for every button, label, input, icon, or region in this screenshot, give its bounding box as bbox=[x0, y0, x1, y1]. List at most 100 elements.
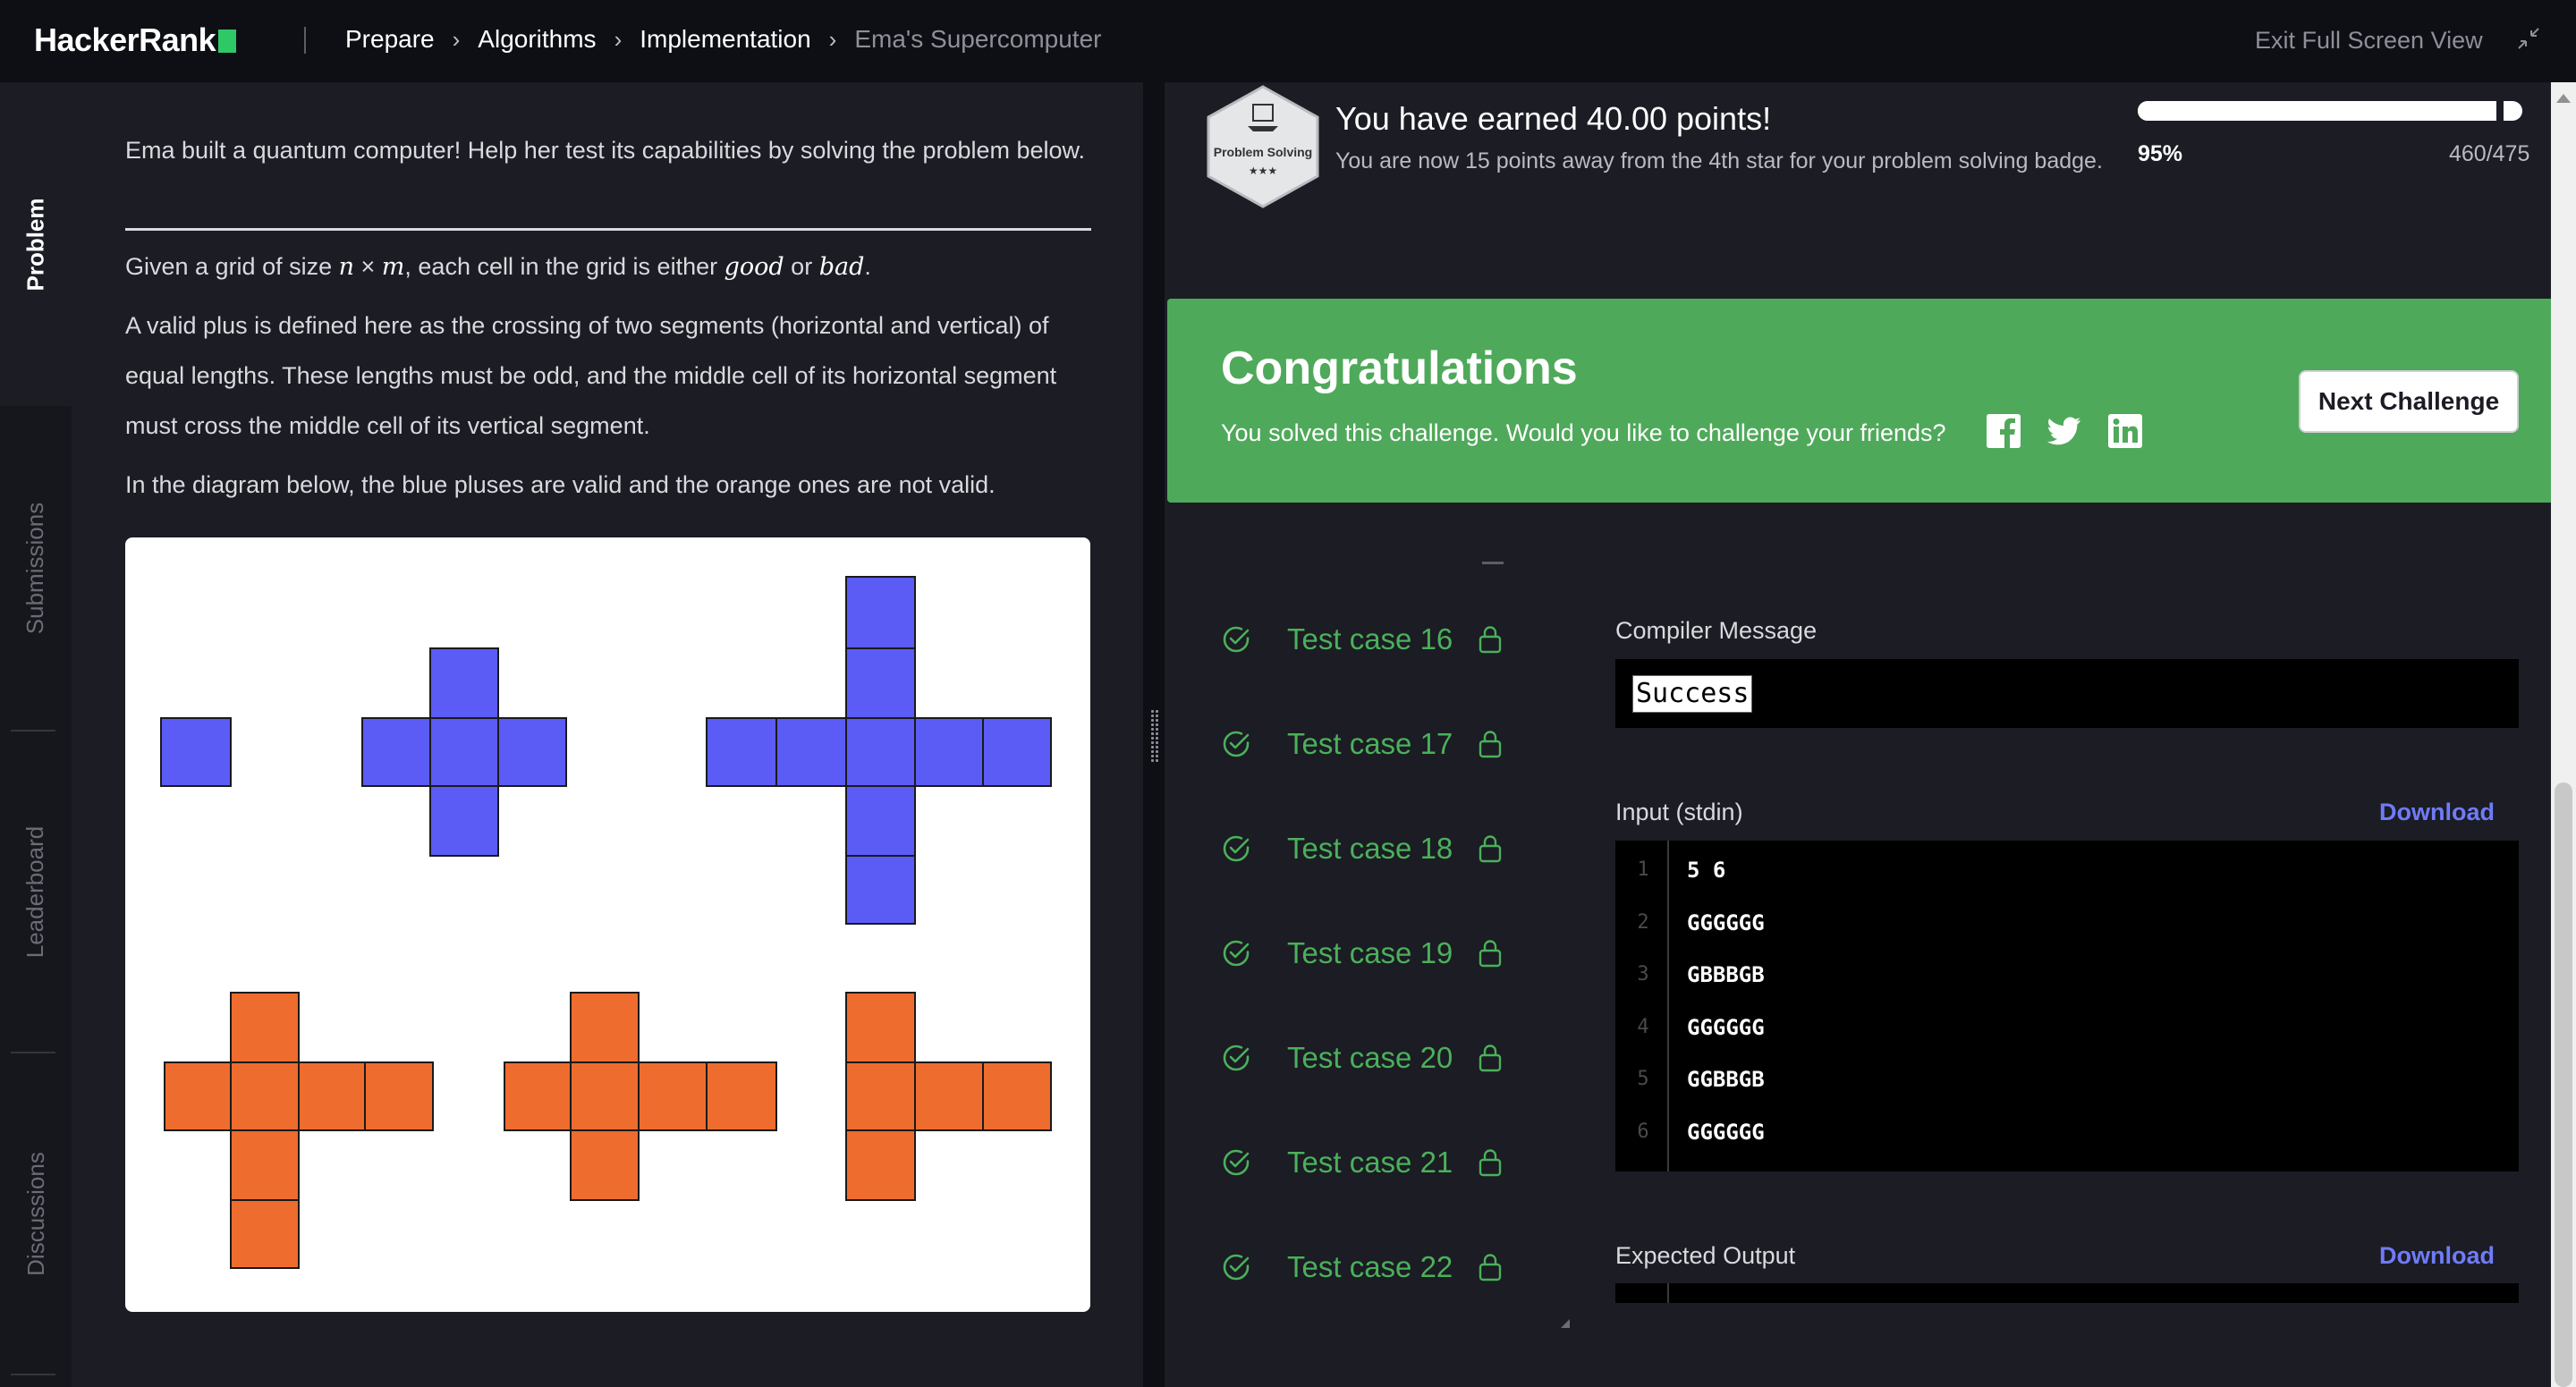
section-rule bbox=[125, 228, 1091, 231]
text: or bbox=[784, 253, 819, 280]
check-circle-icon bbox=[1223, 1149, 1250, 1176]
code-line: 4 GGGGGG bbox=[1615, 1002, 2519, 1053]
next-challenge-button[interactable]: Next Challenge bbox=[2299, 370, 2519, 433]
math-m: m bbox=[381, 253, 405, 281]
expected-output-box bbox=[1615, 1283, 2519, 1303]
check-circle-icon bbox=[1223, 1044, 1250, 1071]
breadcrumb: Prepare › Algorithms › Implementation › … bbox=[345, 25, 1101, 54]
line-number: 4 bbox=[1637, 1015, 1649, 1038]
test-case-item[interactable]: Test case 22 bbox=[1221, 1240, 1504, 1294]
badge-progress-fill bbox=[2138, 101, 2504, 121]
problem-grid-statement: Given a grid of size n × m, each cell in… bbox=[125, 241, 1091, 292]
lock-icon bbox=[1479, 626, 1502, 654]
test-case-item[interactable]: Test case 18 bbox=[1221, 822, 1504, 875]
test-case-item[interactable]: Test case 19 bbox=[1221, 926, 1504, 980]
tab-label: Submissions bbox=[21, 502, 49, 634]
line-number: 3 bbox=[1637, 963, 1649, 985]
line-text: GGGGGG bbox=[1687, 909, 1765, 935]
problem-panel: Ema built a quantum computer! Help her t… bbox=[72, 82, 1143, 1387]
lock-icon bbox=[1479, 1149, 1502, 1177]
text: . bbox=[864, 253, 871, 280]
test-case-label: Test case 20 bbox=[1287, 1041, 1453, 1074]
logo-square-icon bbox=[218, 30, 237, 53]
tab-label: Leaderboard bbox=[21, 825, 49, 958]
test-case-label: Test case 22 bbox=[1287, 1250, 1453, 1283]
breadcrumb-algorithms[interactable]: Algorithms bbox=[478, 25, 596, 54]
scroll-up-arrow-icon[interactable] bbox=[2556, 94, 2571, 103]
line-text: GGGGGG bbox=[1687, 1119, 1765, 1145]
input-download-link[interactable]: Download bbox=[2379, 799, 2495, 826]
tab-problem[interactable]: Problem bbox=[0, 82, 72, 406]
test-case-label: Test case 17 bbox=[1287, 727, 1453, 760]
facebook-icon[interactable] bbox=[1986, 413, 2021, 449]
badge-name: Problem Solving bbox=[1214, 145, 1312, 159]
scrollbar-thumb[interactable] bbox=[2555, 782, 2572, 1387]
chevron-right-icon: › bbox=[452, 25, 461, 53]
earned-subtitle: You are now 15 points away from the 4th … bbox=[1335, 148, 2103, 173]
tab-divider bbox=[11, 1374, 55, 1375]
plus-diagram-image bbox=[160, 576, 1052, 1269]
drag-handle-icon[interactable] bbox=[1150, 709, 1159, 763]
test-case-item[interactable]: Test case 21 bbox=[1221, 1136, 1504, 1189]
text: , each cell in the grid is either bbox=[404, 253, 724, 280]
tab-discussions[interactable]: Discussions bbox=[0, 1052, 72, 1375]
line-text: 5 6 bbox=[1687, 858, 1726, 883]
line-gutter bbox=[1667, 1283, 1669, 1303]
earned-title: You have earned 40.00 points! bbox=[1335, 100, 1772, 137]
header-divider bbox=[304, 27, 306, 54]
check-circle-icon bbox=[1223, 731, 1250, 757]
top-bar: HackerRank Prepare › Algorithms › Implem… bbox=[0, 0, 2576, 82]
compiler-message-text: Success bbox=[1632, 675, 1753, 713]
plus-definition: A valid plus is defined here as the cros… bbox=[125, 312, 1057, 439]
tab-label: Discussions bbox=[21, 1151, 49, 1276]
exit-fullscreen-icon[interactable] bbox=[2515, 25, 2542, 52]
code-line: 1 5 6 bbox=[1615, 844, 2519, 896]
math-n: n bbox=[338, 253, 355, 281]
text: Given a grid of size bbox=[125, 253, 339, 280]
test-case-label: Test case 21 bbox=[1287, 1146, 1453, 1179]
linkedin-icon[interactable] bbox=[2107, 413, 2143, 449]
test-case-item[interactable]: Test case 16 bbox=[1221, 613, 1504, 666]
badge-progress-bar bbox=[2138, 101, 2522, 121]
congrats-text: You solved this challenge. Would you lik… bbox=[1221, 419, 1946, 446]
breadcrumb-prepare[interactable]: Prepare bbox=[345, 25, 435, 54]
chevron-right-icon: › bbox=[828, 25, 837, 53]
check-circle-icon bbox=[1223, 940, 1250, 967]
test-case-item[interactable]: Test case 17 bbox=[1221, 717, 1504, 771]
problem-solving-badge: Problem Solving ★★★ bbox=[1207, 85, 1319, 208]
line-text: GBBBGB bbox=[1687, 962, 1765, 987]
congratulations-banner: Congratulations You solved this challeng… bbox=[1167, 299, 2572, 503]
diagram-caption: In the diagram below, the blue pluses ar… bbox=[125, 471, 996, 498]
lock-icon bbox=[1479, 731, 1502, 758]
tab-label: Problem bbox=[21, 197, 49, 292]
test-case-label: Test case 16 bbox=[1287, 622, 1453, 655]
tab-submissions[interactable]: Submissions bbox=[0, 406, 72, 730]
line-number: 1 bbox=[1637, 858, 1649, 881]
test-case-list: Test case 16 Test case 17 Test case 18 Test… bbox=[1167, 537, 1561, 1341]
math-times: × bbox=[354, 253, 382, 280]
test-case-item[interactable]: Test case 20 bbox=[1221, 1031, 1504, 1085]
progress-points: 460/475 bbox=[2449, 141, 2530, 166]
exit-fullscreen-link[interactable]: Exit Full Screen View bbox=[2255, 27, 2483, 55]
expected-download-link[interactable]: Download bbox=[2379, 1242, 2495, 1270]
line-text: GGGGGG bbox=[1687, 1014, 1765, 1040]
hackerrank-logo[interactable]: HackerRank bbox=[34, 21, 237, 59]
test-case-label: Test case 18 bbox=[1287, 832, 1453, 865]
code-line: 3 GBBBGB bbox=[1615, 949, 2519, 1001]
compiler-message-label: Compiler Message bbox=[1615, 617, 1818, 644]
resize-corner-icon bbox=[1561, 1319, 1570, 1328]
tab-leaderboard[interactable]: Leaderboard bbox=[0, 730, 72, 1053]
side-tabs: Problem Submissions Leaderboard Discussi… bbox=[0, 82, 72, 1387]
code-line: 5 GGBBGB bbox=[1615, 1053, 2519, 1105]
code-line: 6 GGGGGG bbox=[1615, 1106, 2519, 1158]
chevron-right-icon: › bbox=[614, 25, 623, 53]
breadcrumb-implementation[interactable]: Implementation bbox=[640, 25, 810, 54]
check-circle-icon bbox=[1223, 835, 1250, 862]
congrats-title: Congratulations bbox=[1221, 343, 1578, 394]
line-text: GGBBGB bbox=[1687, 1067, 1765, 1092]
line-number: 6 bbox=[1637, 1120, 1649, 1143]
check-circle-icon bbox=[1223, 626, 1250, 653]
plus-diagram bbox=[125, 537, 1090, 1312]
twitter-icon[interactable] bbox=[2046, 413, 2082, 449]
lock-icon bbox=[1479, 940, 1502, 968]
